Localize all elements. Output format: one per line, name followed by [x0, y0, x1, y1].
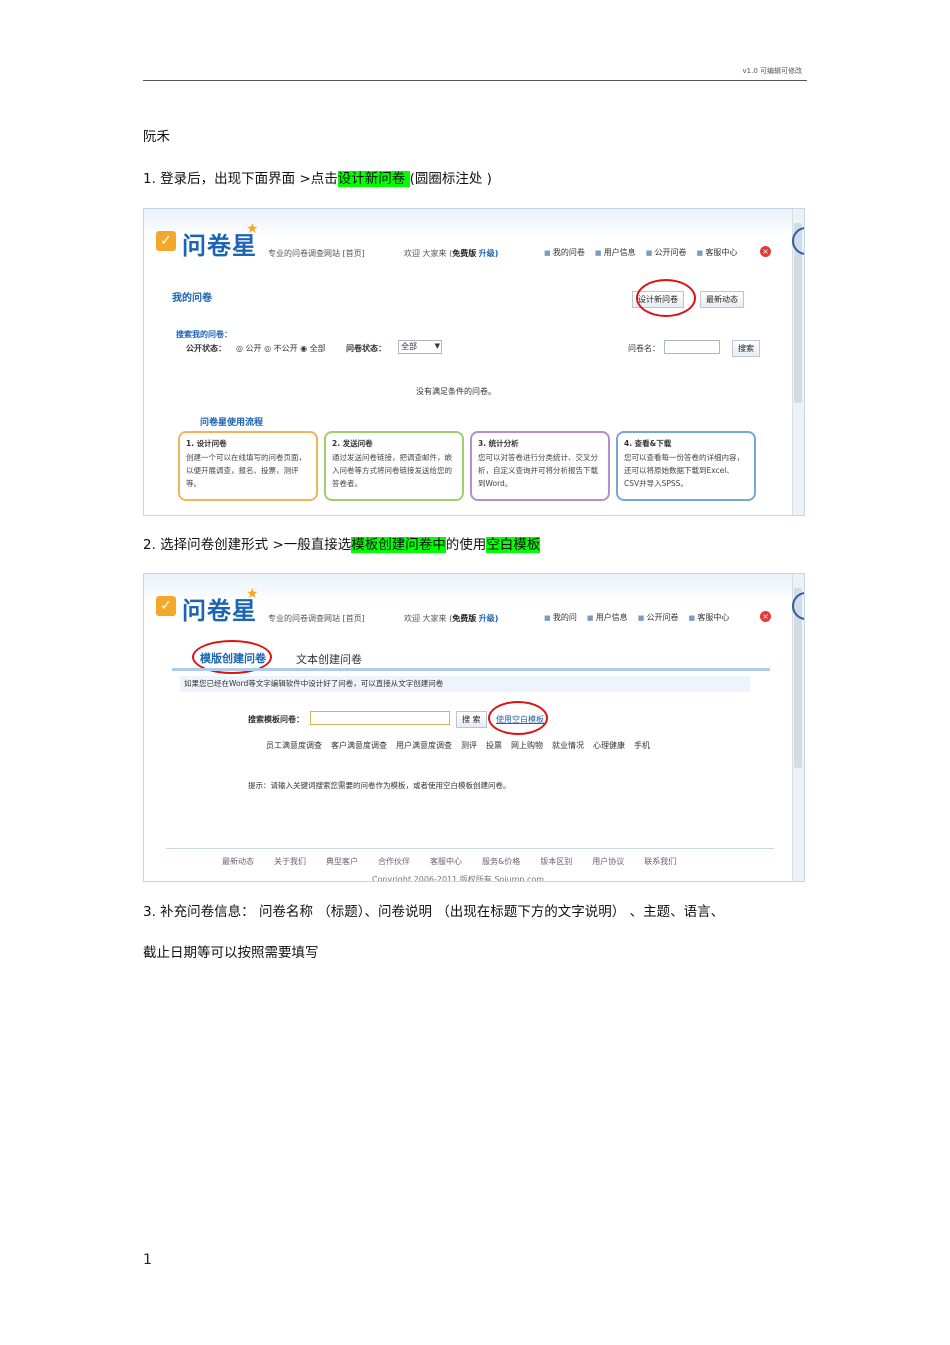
footer-link[interactable]: 典型客户	[326, 856, 358, 867]
scrollbar[interactable]	[792, 209, 804, 515]
step2-text: 2. 选择问卷创建形式 >一般直接选模板创建问卷中的使用空白模板	[143, 535, 541, 555]
footer-link[interactable]: 合作伙伴	[378, 856, 410, 867]
footer-link[interactable]: 用户协议	[592, 856, 624, 867]
category-link[interactable]: 客户满意度调查	[331, 740, 387, 751]
news-button[interactable]: 最新动态	[700, 291, 744, 308]
nav-user-info[interactable]: 用户信息	[587, 612, 628, 623]
tab-underline	[172, 668, 770, 671]
screenshot-create-survey: ✓ 问卷星 ★ 专业的问卷调查网站 [首页] 欢迎 大家来 (免费版 升级) 我…	[143, 573, 805, 882]
category-link[interactable]: 就业情况	[552, 740, 584, 751]
footer-divider	[166, 848, 774, 849]
logo-icon: ✓	[156, 596, 176, 616]
flow-step-send: 2. 发送问卷 通过发送问卷链接，把调查邮件，嵌入问卷等方式将问卷链接发送给您的答…	[324, 431, 464, 501]
close-icon[interactable]: ×	[760, 611, 771, 622]
nav-my-surveys[interactable]: 我的问卷	[544, 247, 585, 258]
nav-public-surveys[interactable]: 公开问卷	[638, 612, 679, 623]
survey-status-label: 问卷状态：	[346, 344, 386, 353]
star-icon: ★	[246, 221, 259, 237]
category-links: 员工满意度调查 客户满意度调查 用户满意度调查 测评 投票 网上购物 就业情况 …	[266, 740, 650, 751]
nav-public-surveys[interactable]: 公开问卷	[646, 247, 687, 258]
step2-middle: 的使用	[445, 537, 487, 553]
tagline: 专业的问卷调查网站 [首页]	[268, 249, 365, 258]
nav-support[interactable]: 客服中心	[689, 612, 729, 623]
top-nav: 我的问卷 用户信息 公开问卷 客服中心	[544, 247, 738, 258]
category-link[interactable]: 心理健康	[593, 740, 625, 751]
survey-name-input[interactable]	[664, 340, 720, 354]
empty-message: 没有满足条件的问卷。	[416, 387, 496, 396]
chevron-down-icon: ▼	[434, 342, 440, 350]
template-search-input[interactable]	[310, 711, 450, 725]
footer-links: 最新动态 关于我们 典型客户 合作伙伴 客服中心 服务&价格 版本区别 用户协议…	[222, 856, 676, 867]
flow-title: 问卷星使用流程	[200, 418, 264, 428]
search-title: 搜索我的问卷：	[176, 330, 232, 339]
flow-step-analyze: 3. 统计分析 您可以对答卷进行分类统计、交叉分析，自定义查询并可将分析报告下载到…	[470, 431, 610, 501]
category-link[interactable]: 网上购物	[511, 740, 543, 751]
tip-text: 提示：请输入关键词搜索您需要的问卷作为模板，或者使用空白模板创建问卷。	[248, 781, 511, 790]
step1-highlight: 设计新问卷	[337, 171, 410, 187]
close-icon[interactable]: ×	[760, 246, 771, 257]
footer-link[interactable]: 客服中心	[430, 856, 462, 867]
survey-name-label: 问卷名：	[628, 344, 660, 353]
nav-my-surveys[interactable]: 我的问	[544, 612, 577, 623]
logo-icon: ✓	[156, 231, 176, 251]
category-link[interactable]: 手机	[634, 740, 650, 751]
category-link[interactable]: 测评	[461, 740, 477, 751]
survey-status-select[interactable]: 全部 ▼	[398, 340, 442, 354]
step3-line1: 3. 补充问卷信息： 问卷名称 （标题）、问卷说明 （出现在标题下方的文字说明）…	[143, 904, 725, 920]
highlight-circle	[636, 279, 696, 317]
step3-line2: 截止日期等可以按照需要填写	[143, 945, 319, 961]
footer-link[interactable]: 最新动态	[222, 856, 254, 867]
category-link[interactable]: 用户满意度调查	[396, 740, 452, 751]
top-nav: 我的问 用户信息 公开问卷 客服中心	[544, 612, 730, 623]
flow-step-design: 1. 设计问卷 创建一个可以在线填写的问卷页面，以便开展调查，报名、投票，测评等。	[178, 431, 318, 501]
radio-group[interactable]: ◎ 公开 ◎ 不公开 ◉ 全部	[236, 343, 326, 354]
info-bar: 如果您已经在Word等文字编辑软件中设计好了问卷，可以直接从文字创建问卷	[180, 676, 750, 692]
star-icon: ★	[246, 586, 259, 602]
welcome-text: 欢迎 大家来 (免费版 升级)	[404, 614, 499, 623]
welcome-text: 欢迎 大家来 (免费版 升级)	[404, 249, 499, 258]
tab-text-create[interactable]: 文本创建问卷	[296, 651, 362, 667]
tagline: 专业的问卷调查网站 [首页]	[268, 614, 365, 623]
template-search-button[interactable]: 搜 索	[456, 711, 487, 728]
category-link[interactable]: 投票	[486, 740, 502, 751]
footer-link[interactable]: 关于我们	[274, 856, 306, 867]
flow-step-download: 4. 查看&下载 您可以查看每一份答卷的详细内容，还可以将原始数据下载到Excel…	[616, 431, 756, 501]
page-number: 1	[143, 1252, 152, 1268]
copyright: Copyright 2006-2011 版权所有 Sojump.com	[372, 875, 545, 882]
scrollbar[interactable]	[792, 574, 804, 881]
public-status-label: 公开状态：	[186, 344, 226, 353]
author-name: 阮禾	[143, 129, 170, 145]
step1-suffix: (圆圈标注处 )	[409, 171, 492, 187]
step2-prefix: 2. 选择问卷创建形式 >一般直接选	[143, 537, 352, 553]
step1-text: 1. 登录后，出现下面界面 >点击设计新问卷 (圆圈标注处 )	[143, 169, 492, 189]
step2-highlight-blank: 空白模板	[486, 537, 541, 553]
template-search-label: 搜索模板问卷：	[248, 715, 304, 724]
my-surveys-title: 我的问卷	[172, 293, 212, 304]
category-link[interactable]: 员工满意度调查	[266, 740, 322, 751]
step1-prefix: 1. 登录后，出现下面界面 >点击	[143, 171, 338, 187]
nav-user-info[interactable]: 用户信息	[595, 247, 636, 258]
header-rule	[143, 80, 807, 81]
footer-link[interactable]: 版本区别	[540, 856, 572, 867]
search-button[interactable]: 搜索	[732, 340, 760, 357]
screenshot-my-surveys: ✓ 问卷星 ★ 专业的问卷调查网站 [首页] 欢迎 大家来 (免费版 升级) 我…	[143, 208, 805, 516]
step2-highlight-template: 模板创建问卷中	[351, 537, 446, 553]
header-note: v1.0 可编辑可修改	[742, 67, 803, 75]
nav-support[interactable]: 客服中心	[697, 247, 737, 258]
highlight-circle	[488, 701, 548, 735]
footer-link[interactable]: 联系我们	[644, 856, 676, 867]
footer-link[interactable]: 服务&价格	[482, 856, 520, 867]
